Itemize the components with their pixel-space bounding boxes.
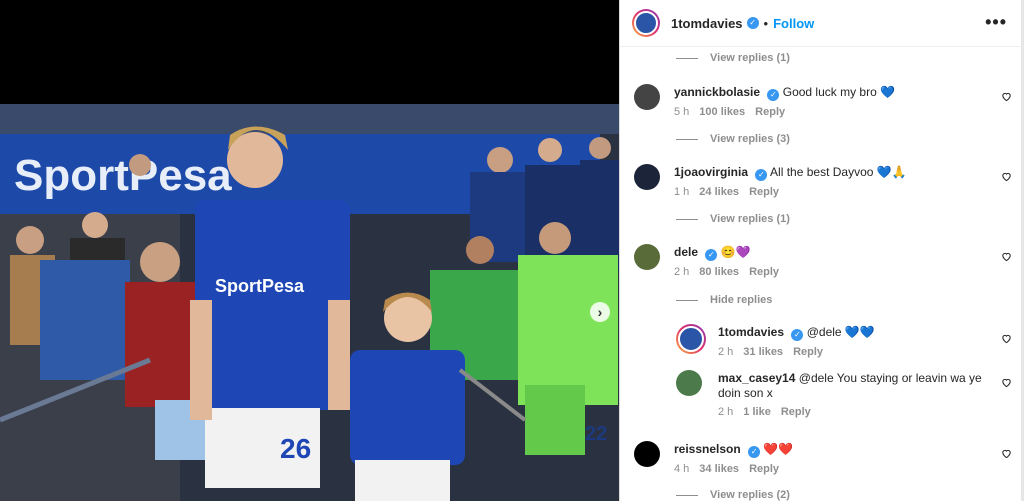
commenter-avatar[interactable] (676, 324, 706, 354)
comment-likes[interactable]: 100 likes (699, 106, 745, 118)
like-heart-icon[interactable] (1001, 377, 1012, 388)
comments-panel: 1tomdavies ✓ • Follow ••• View replies (… (619, 0, 1021, 501)
comment-likes[interactable]: 1 like (743, 406, 771, 418)
verified-badge-icon: ✓ (746, 17, 759, 29)
reply-button[interactable]: Reply (793, 346, 823, 358)
commenter-username[interactable]: 1tomdavies (718, 325, 784, 339)
reply-button[interactable]: Reply (749, 186, 779, 198)
instagram-post-view: SportPesa 22 SportPesa 26 › 1tomdavies ✓… (0, 0, 1024, 501)
like-heart-icon[interactable] (1001, 91, 1012, 102)
kid-shirt-number: 22 (585, 423, 607, 445)
commenter-username[interactable]: dele (674, 245, 698, 259)
comment-meta: 2 h 31 likes Reply (718, 346, 833, 358)
shirt-sponsor-text: SportPesa (215, 276, 305, 296)
comment-meta: 1 h 24 likes Reply (674, 186, 789, 198)
commenter-username[interactable]: max_casey14 (718, 371, 795, 385)
commenter-avatar[interactable] (676, 370, 702, 396)
post-header: 1tomdavies ✓ • Follow ••• (620, 0, 1021, 47)
separator-dot: • (763, 15, 769, 31)
comment-likes[interactable]: 80 likes (699, 266, 739, 278)
verified-badge-icon: ✓ (748, 446, 761, 458)
comment-meta: 2 h 80 likes Reply (674, 266, 789, 278)
view-replies-button[interactable]: View replies (1) (676, 213, 790, 225)
comment-meta: 5 h 100 likes Reply (674, 106, 795, 118)
commenter-avatar[interactable] (634, 164, 660, 190)
follow-button[interactable]: Follow (773, 16, 814, 31)
comment-time: 2 h (718, 406, 734, 418)
author-username[interactable]: 1tomdavies (671, 16, 743, 31)
reply-button[interactable]: Reply (755, 106, 785, 118)
commenter-avatar[interactable] (634, 441, 660, 467)
comment-likes[interactable]: 31 likes (743, 346, 783, 358)
comment-time: 4 h (674, 463, 690, 475)
comment-time: 2 h (674, 266, 690, 278)
verified-badge-icon: ✓ (767, 89, 780, 101)
post-photo[interactable]: SportPesa 22 SportPesa 26 › (0, 0, 619, 501)
verified-badge-icon: ✓ (705, 249, 718, 261)
comment-time: 2 h (718, 346, 734, 358)
comment-text: @dele 💙💙 (806, 325, 875, 339)
comment-meta: 2 h 1 like Reply (718, 406, 821, 418)
comment-text: All the best Dayvoo 💙🙏 (770, 165, 907, 179)
next-image-button[interactable]: › (590, 302, 610, 322)
like-heart-icon[interactable] (1001, 171, 1012, 182)
view-replies-button[interactable]: View replies (2) (676, 489, 790, 501)
comment-text: Good luck my bro 💙 (782, 85, 896, 99)
author-avatar[interactable] (632, 9, 660, 37)
verified-badge-icon: ✓ (791, 329, 804, 341)
verified-badge-icon: ✓ (755, 169, 768, 181)
more-options-icon[interactable]: ••• (985, 12, 1007, 33)
commenter-username[interactable]: yannickbolasie (674, 85, 760, 99)
reply-button[interactable]: Reply (749, 266, 779, 278)
hide-replies-button[interactable]: Hide replies (676, 294, 772, 306)
comment-time: 1 h (674, 186, 690, 198)
like-heart-icon[interactable] (1001, 333, 1012, 344)
comment-text: ❤️❤️ (763, 442, 794, 456)
photo-illustration: SportPesa 22 SportPesa 26 (0, 0, 619, 501)
reply-button[interactable]: Reply (781, 406, 811, 418)
comment-time: 5 h (674, 106, 690, 118)
comment-likes[interactable]: 24 likes (699, 186, 739, 198)
commenter-username[interactable]: reissnelson (674, 442, 741, 456)
comment-likes[interactable]: 34 likes (699, 463, 739, 475)
comment-meta: 4 h 34 likes Reply (674, 463, 789, 475)
like-heart-icon[interactable] (1001, 448, 1012, 459)
like-heart-icon[interactable] (1001, 251, 1012, 262)
commenter-avatar[interactable] (634, 244, 660, 270)
comment-text: 😊💜 (720, 245, 751, 259)
commenter-username[interactable]: 1joaovirginia (674, 165, 748, 179)
view-replies-button[interactable]: View replies (1) (676, 52, 790, 64)
view-replies-button[interactable]: View replies (3) (676, 133, 790, 145)
banner-text: SportPesa (14, 151, 232, 200)
player-shirt-number: 26 (280, 433, 311, 464)
reply-button[interactable]: Reply (749, 463, 779, 475)
commenter-avatar[interactable] (634, 84, 660, 110)
